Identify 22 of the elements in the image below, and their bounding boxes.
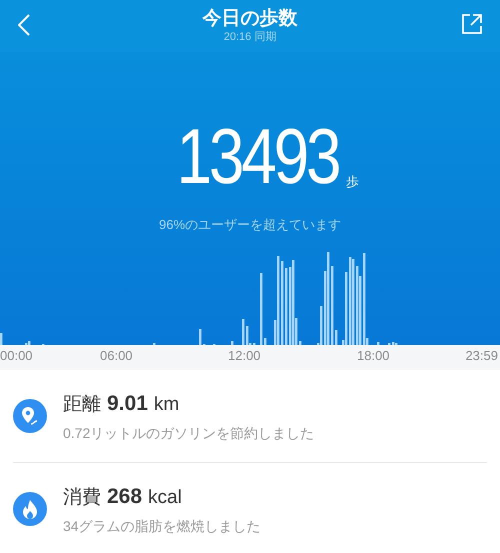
ranking-text: 96%のユーザーを超えています <box>158 216 342 234</box>
location-pin-icon <box>13 399 47 433</box>
time-label: 00:00 <box>0 349 33 362</box>
share-icon[interactable] <box>462 14 482 34</box>
time-label: 12:00 <box>228 349 261 362</box>
step-count: 13493 <box>176 117 338 195</box>
metric-unit: kcal <box>148 486 182 510</box>
step-unit: 歩 <box>346 172 360 190</box>
metric-note: 0.72リットルのガソリンを節約しました <box>63 424 314 444</box>
metric-unit: km <box>154 392 180 417</box>
metric-value: 268 <box>107 484 142 510</box>
time-label: 18:00 <box>357 349 390 362</box>
metric-note: 34グラムの脂肪を燃焼しました <box>63 517 261 536</box>
back-icon[interactable] <box>18 14 30 36</box>
time-label: 23:59 <box>465 349 498 362</box>
metric-label: 消費 <box>63 486 101 510</box>
flame-icon <box>13 492 47 526</box>
metric-value: 9.01 <box>107 390 148 417</box>
metric-label: 距離 <box>63 392 101 417</box>
page-title: 今日の歩数 <box>202 7 298 31</box>
time-label: 06:00 <box>100 349 133 362</box>
sync-time: 20:16 同期 <box>224 31 276 45</box>
